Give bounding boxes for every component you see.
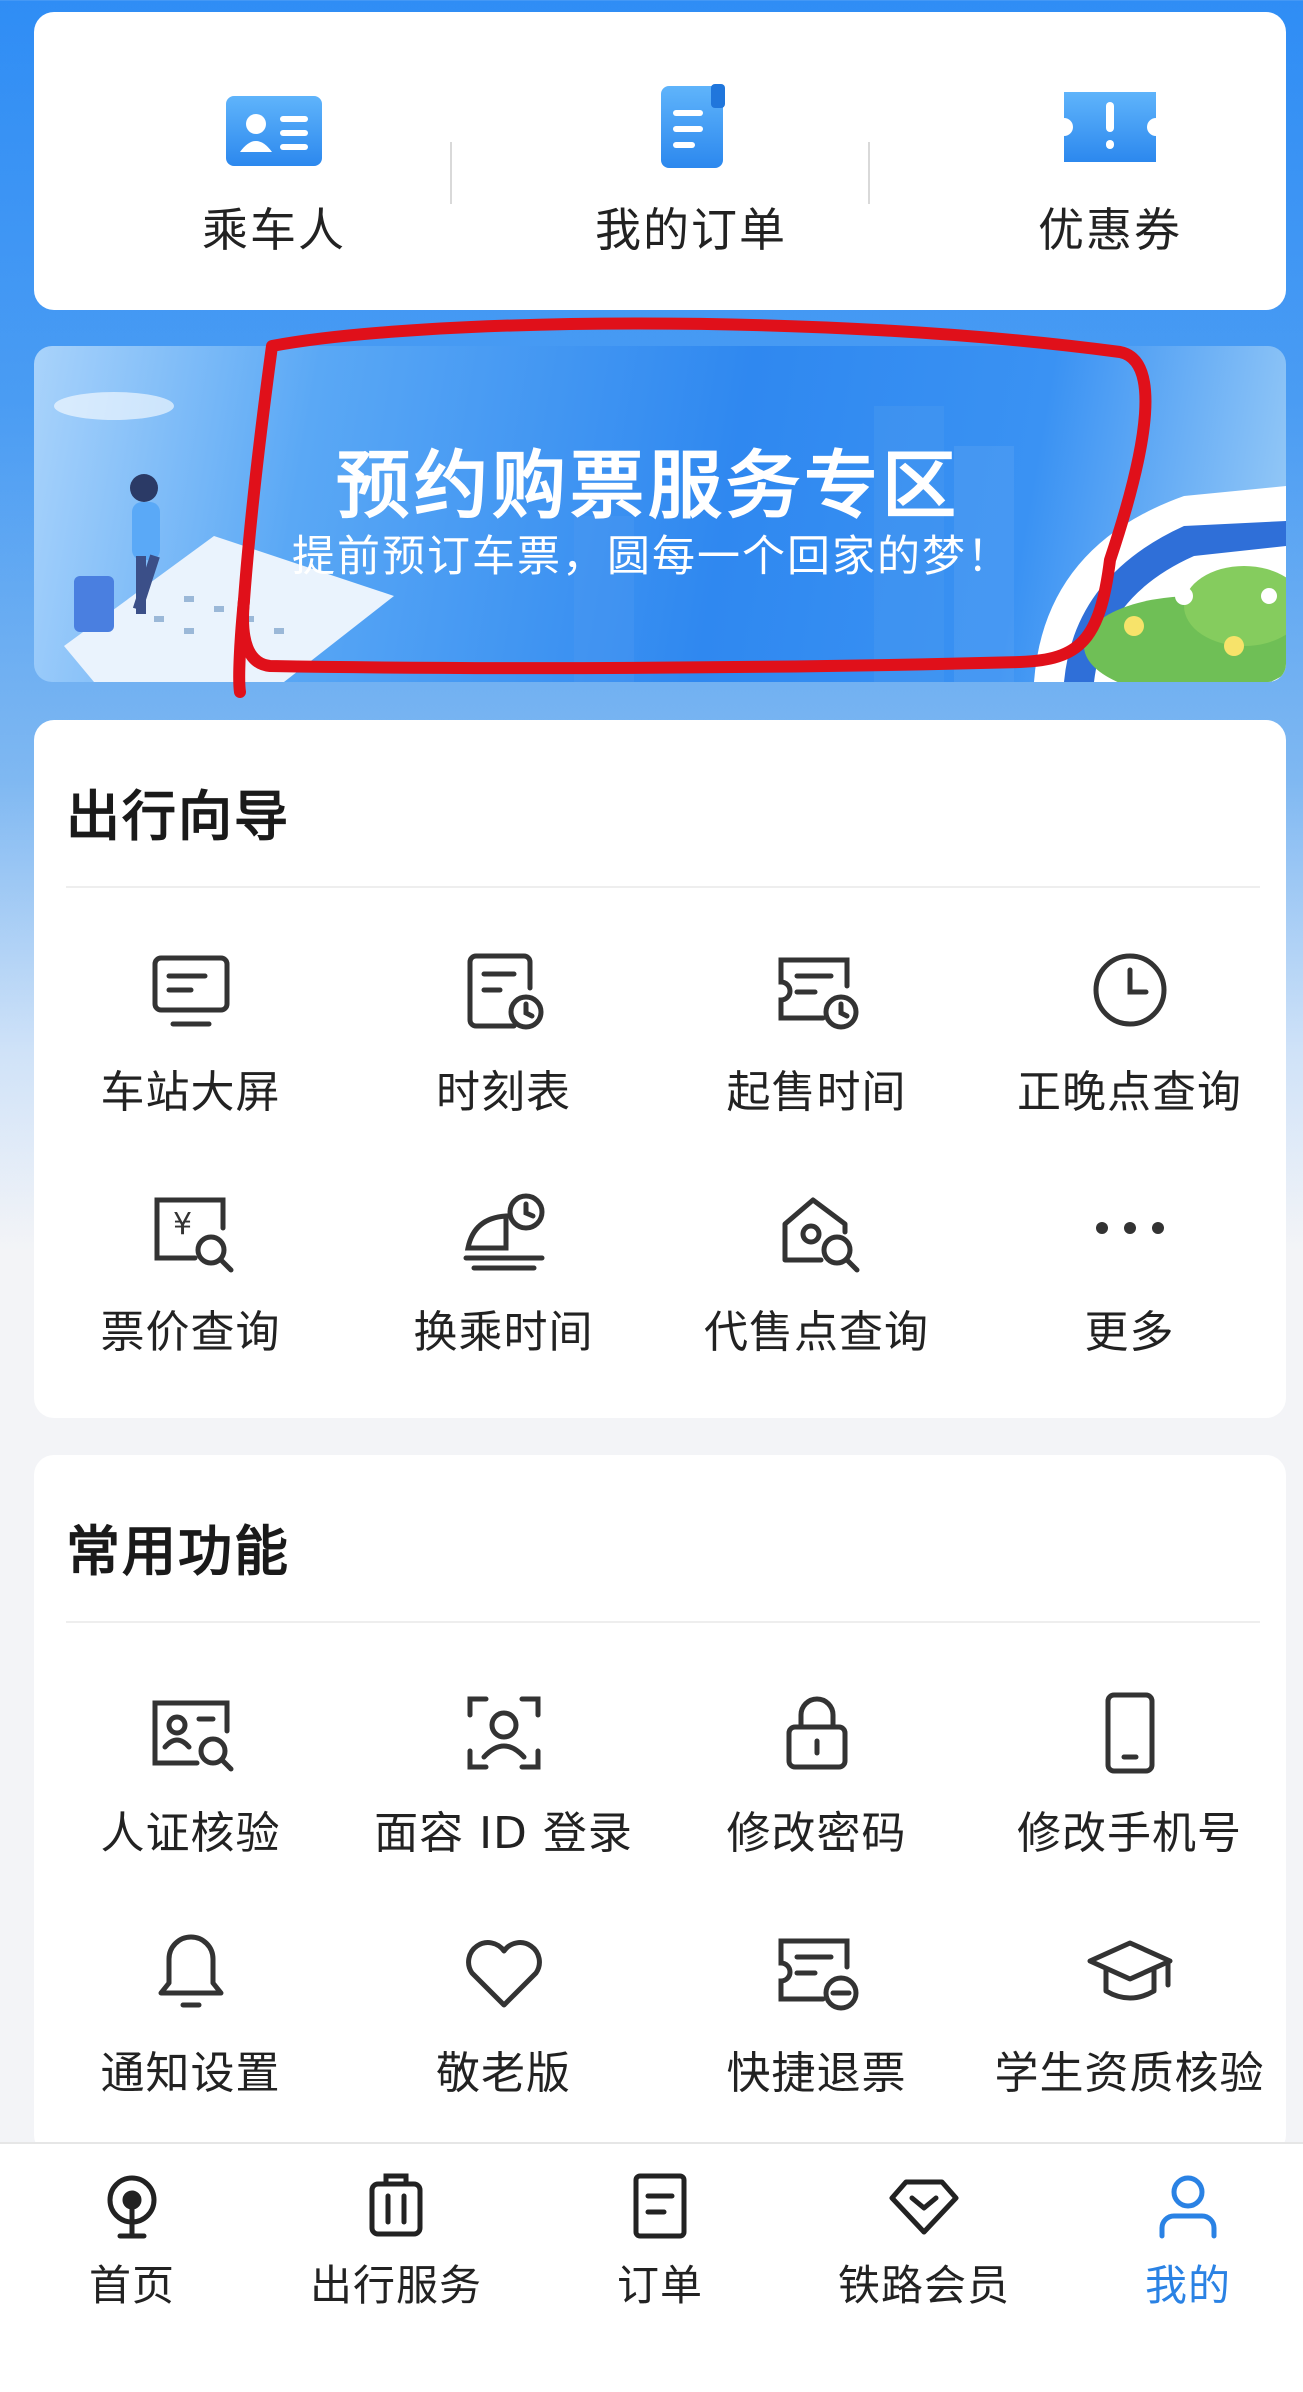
- booking-banner[interactable]: 预约购票服务专区 提前预订车票，圆每一个回家的梦！: [34, 346, 1286, 682]
- delay-query-button[interactable]: 正晚点查询: [973, 942, 1286, 1142]
- more-button[interactable]: 更多: [973, 1182, 1286, 1382]
- divider: [66, 1621, 1260, 1623]
- grid-label: 快捷退票: [726, 2048, 907, 2099]
- lock-icon: [786, 1696, 847, 1770]
- more-dots-icon: [1095, 1222, 1164, 1234]
- section-title: 出行向导: [66, 785, 290, 848]
- sale-time-icon: [778, 957, 858, 1030]
- agency-search-icon: [782, 1197, 859, 1273]
- bell-icon: [158, 1934, 223, 2008]
- elderly-mode-button[interactable]: 敬老版: [347, 1923, 660, 2123]
- student-verify-button[interactable]: 学生资质核验: [973, 1923, 1286, 2123]
- grid-label: 换乘时间: [413, 1307, 594, 1358]
- fare-search-icon: ¥: [154, 1197, 233, 1273]
- coupon-icon: [1064, 92, 1156, 162]
- banner-title: 预约购票服务专区: [336, 443, 960, 529]
- quick-actions-card: 乘车人 我的订单 优惠券: [34, 12, 1286, 310]
- grid-label: 起售时间: [726, 1067, 907, 1118]
- refund-ticket-icon: [778, 1938, 858, 2011]
- face-id-button[interactable]: 面容 ID 登录: [347, 1683, 660, 1883]
- bottom-navigation: 首页 出行服务 订单 铁路会员 我的: [0, 2142, 1303, 2392]
- grid-label: 正晚点查询: [1017, 1067, 1242, 1118]
- id-verify-button[interactable]: 人证核验: [34, 1683, 347, 1883]
- user-icon: [1159, 2175, 1217, 2239]
- grid-label: 修改手机号: [1017, 1808, 1242, 1859]
- svg-text:¥: ¥: [173, 1207, 192, 1242]
- section-title: 常用功能: [66, 1520, 290, 1583]
- station-screen-button[interactable]: 车站大屏: [34, 942, 347, 1142]
- grid-label: 修改密码: [726, 1808, 907, 1859]
- my-orders-label: 我的订单: [595, 203, 787, 257]
- train-home-icon: [107, 2175, 157, 2239]
- divider: [66, 886, 1260, 888]
- order-doc-icon: [661, 84, 725, 168]
- grid-label: 敬老版: [436, 2048, 571, 2099]
- grid-label: 时刻表: [436, 1067, 571, 1118]
- timetable-icon: [467, 953, 543, 1030]
- grid-label: 更多: [1084, 1307, 1175, 1358]
- grid-label: 学生资质核验: [994, 2048, 1265, 2099]
- phone-icon: [1105, 1692, 1154, 1774]
- luggage-icon: [369, 2173, 423, 2237]
- my-orders-button[interactable]: 我的订单: [521, 12, 861, 310]
- nav-membership[interactable]: 铁路会员: [794, 2144, 1054, 2392]
- timetable-button[interactable]: 时刻表: [347, 942, 660, 1142]
- passenger-card-icon: [226, 96, 322, 166]
- nav-mine[interactable]: 我的: [1058, 2144, 1303, 2392]
- nav-travel-service[interactable]: 出行服务: [266, 2144, 526, 2392]
- clock-icon: [1093, 953, 1166, 1027]
- coupons-label: 优惠券: [1038, 203, 1182, 257]
- divider: [450, 142, 452, 204]
- nav-label: 我的: [1144, 2261, 1231, 2310]
- order-icon: [633, 2173, 687, 2239]
- coupons-button[interactable]: 优惠券: [940, 12, 1280, 310]
- nav-label: 铁路会员: [837, 2261, 1010, 2310]
- agency-query-button[interactable]: 代售点查询: [660, 1182, 973, 1382]
- banner-subtitle: 提前预订车票，圆每一个回家的梦！: [292, 532, 1012, 582]
- passengers-label: 乘车人: [202, 203, 346, 257]
- fare-query-button[interactable]: ¥ 票价查询: [34, 1182, 347, 1382]
- quick-refund-button[interactable]: 快捷退票: [660, 1923, 973, 2123]
- passengers-button[interactable]: 乘车人: [104, 12, 444, 310]
- grid-label: 人证核验: [100, 1808, 281, 1859]
- divider: [868, 142, 870, 204]
- notification-settings-button[interactable]: 通知设置: [34, 1923, 347, 2123]
- station-screen-icon: [152, 955, 229, 1027]
- face-id-icon: [467, 1696, 540, 1770]
- grid-label: 票价查询: [100, 1307, 281, 1358]
- nav-orders[interactable]: 订单: [530, 2144, 790, 2392]
- grid-label: 通知设置: [100, 2048, 281, 2099]
- nav-home[interactable]: 首页: [2, 2144, 262, 2392]
- nav-label: 首页: [88, 2261, 175, 2310]
- diamond-icon: [889, 2179, 959, 2235]
- transfer-time-icon: [463, 1193, 544, 1271]
- heart-icon: [465, 1940, 542, 2008]
- sale-time-button[interactable]: 起售时间: [660, 942, 973, 1142]
- change-password-button[interactable]: 修改密码: [660, 1683, 973, 1883]
- nav-label: 订单: [616, 2261, 703, 2310]
- grid-label: 面容 ID 登录: [374, 1808, 633, 1859]
- grid-label: 车站大屏: [100, 1067, 281, 1118]
- common-functions-section: 常用功能 人证核验 面容 ID 登录 修改密码 修改手机号 通知设置 敬老版 快…: [34, 1455, 1286, 2155]
- transfer-time-button[interactable]: 换乘时间: [347, 1182, 660, 1382]
- nav-label: 出行服务: [309, 2261, 482, 2310]
- grid-label: 代售点查询: [704, 1307, 929, 1358]
- graduation-cap-icon: [1087, 1940, 1172, 2001]
- id-verify-icon: [152, 1700, 233, 1772]
- change-phone-button[interactable]: 修改手机号: [973, 1683, 1286, 1883]
- travel-guide-section: 出行向导 车站大屏 时刻表 起售时间 正晚点查询 ¥ 票价查询 换乘时间 代售点…: [34, 720, 1286, 1418]
